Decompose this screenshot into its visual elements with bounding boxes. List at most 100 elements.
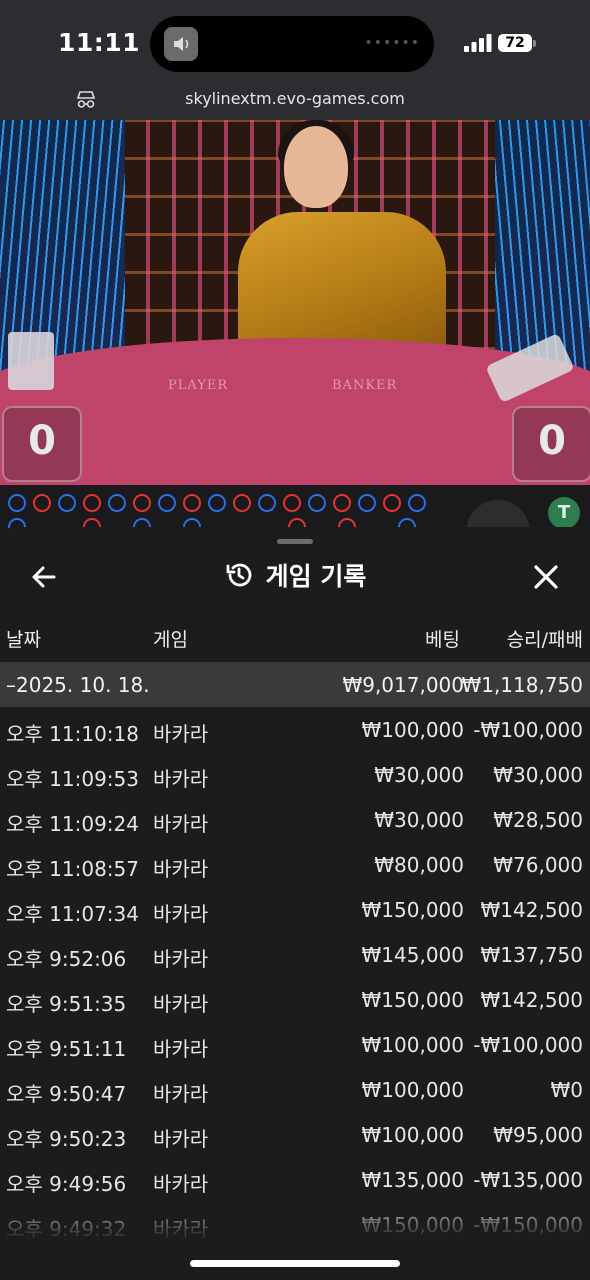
island-dots-icon: •••••• bbox=[364, 35, 420, 51]
row-win-loss: -₩100,000 bbox=[473, 1033, 583, 1057]
row-time: 오후 9:51:35 bbox=[6, 992, 127, 1016]
row-win-loss: -₩150,000 bbox=[473, 1213, 583, 1237]
row-bet: ₩80,000 bbox=[374, 853, 464, 877]
close-button[interactable] bbox=[530, 561, 562, 593]
player-score: 0 bbox=[28, 418, 56, 464]
live-dealer-video[interactable]: PLAYER BANKER 0 0 bbox=[0, 120, 590, 485]
summary-date: –2025. 10. 18. bbox=[6, 673, 150, 697]
panel-header: 게임 기록 bbox=[0, 557, 590, 594]
road-player-circle bbox=[8, 494, 26, 512]
row-bet: ₩100,000 bbox=[361, 1078, 464, 1102]
banker-score-card: 0 bbox=[512, 406, 590, 482]
table-row[interactable]: 오후 9:51:35 바카라 ₩150,000 ₩142,500 bbox=[0, 977, 590, 1022]
player-score-card: 0 bbox=[2, 406, 82, 482]
row-game: 바카라 bbox=[153, 1127, 209, 1151]
row-game: 바카라 bbox=[153, 902, 209, 926]
date-summary-row[interactable]: –2025. 10. 18. ₩9,017,000 ₩1,118,750 bbox=[0, 662, 590, 707]
battery-nub bbox=[533, 40, 536, 47]
column-header-date: 날짜 bbox=[6, 629, 41, 651]
url-text[interactable]: skylinextm.evo-games.com bbox=[0, 89, 590, 108]
table-row[interactable]: 오후 9:49:56 바카라 ₩135,000 -₩135,000 bbox=[0, 1157, 590, 1202]
row-win-loss: ₩137,750 bbox=[480, 943, 583, 967]
signal-icon bbox=[464, 34, 492, 52]
row-time: 오후 11:08:57 bbox=[6, 857, 139, 881]
row-time: 오후 9:50:23 bbox=[6, 1127, 127, 1151]
row-win-loss: ₩28,500 bbox=[493, 808, 583, 832]
row-game: 바카라 bbox=[153, 947, 209, 971]
row-bet: ₩100,000 bbox=[361, 1123, 464, 1147]
row-bet: ₩150,000 bbox=[361, 1213, 464, 1237]
table-row[interactable]: 오후 11:07:34 바카라 ₩150,000 ₩142,500 bbox=[0, 887, 590, 932]
row-time: 오후 11:09:53 bbox=[6, 767, 139, 791]
card-discard-tray bbox=[8, 332, 54, 390]
road-banker-circle bbox=[333, 494, 351, 512]
row-game: 바카라 bbox=[153, 722, 209, 746]
road-player-circle bbox=[358, 494, 376, 512]
column-header-win-loss: 승리/패배 bbox=[506, 629, 583, 651]
summary-bet-total: ₩9,017,000 bbox=[342, 673, 464, 697]
road-player-circle bbox=[408, 494, 426, 512]
row-win-loss: ₩142,500 bbox=[480, 898, 583, 922]
road-player-circle bbox=[308, 494, 326, 512]
row-time: 오후 11:10:18 bbox=[6, 722, 139, 746]
row-win-loss: ₩95,000 bbox=[493, 1123, 583, 1147]
row-time: 오후 9:51:11 bbox=[6, 1037, 127, 1061]
summary-win-loss-total: ₩1,118,750 bbox=[461, 673, 583, 697]
road-banker-circle bbox=[183, 494, 201, 512]
close-icon bbox=[534, 565, 558, 589]
road-banker-circle bbox=[283, 494, 301, 512]
row-bet: ₩100,000 bbox=[361, 1033, 464, 1057]
row-game: 바카라 bbox=[153, 1217, 209, 1241]
row-time: 오후 9:49:32 bbox=[6, 1217, 127, 1241]
column-header-bet: 베팅 bbox=[425, 629, 460, 651]
battery-icon: 72 bbox=[498, 34, 532, 52]
row-time: 오후 11:07:34 bbox=[6, 902, 139, 926]
table-row[interactable]: 오후 11:09:24 바카라 ₩30,000 ₩28,500 bbox=[0, 797, 590, 842]
tie-badge: T bbox=[548, 497, 580, 529]
row-win-loss: -₩135,000 bbox=[473, 1168, 583, 1192]
status-time: 11:11 bbox=[58, 28, 141, 57]
row-win-loss: ₩30,000 bbox=[493, 763, 583, 787]
status-bar: 11:11 •••••• 72 bbox=[0, 0, 590, 80]
dealer-head bbox=[284, 126, 348, 208]
row-bet: ₩100,000 bbox=[361, 718, 464, 742]
road-player-circle bbox=[208, 494, 226, 512]
row-game: 바카라 bbox=[153, 767, 209, 791]
sheet-grabber[interactable] bbox=[277, 539, 313, 544]
table-row[interactable]: 오후 9:50:23 바카라 ₩100,000 ₩95,000 bbox=[0, 1112, 590, 1157]
table-row[interactable]: 오후 11:09:53 바카라 ₩30,000 ₩30,000 bbox=[0, 752, 590, 797]
page-title: 게임 기록 bbox=[265, 562, 367, 591]
home-indicator[interactable] bbox=[190, 1260, 400, 1267]
road-banker-circle bbox=[83, 494, 101, 512]
table-row[interactable]: 오후 11:08:57 바카라 ₩80,000 ₩76,000 bbox=[0, 842, 590, 887]
column-header-game: 게임 bbox=[153, 629, 188, 651]
banker-table-label: BANKER bbox=[332, 378, 398, 393]
row-bet: ₩145,000 bbox=[361, 943, 464, 967]
row-time: 오후 9:49:56 bbox=[6, 1172, 127, 1196]
row-bet: ₩30,000 bbox=[374, 763, 464, 787]
row-bet: ₩30,000 bbox=[374, 808, 464, 832]
row-game: 바카라 bbox=[153, 992, 209, 1016]
player-table-label: PLAYER bbox=[168, 378, 229, 393]
road-player-circle bbox=[108, 494, 126, 512]
table-row[interactable]: 오후 9:50:47 바카라 ₩100,000 ₩0 bbox=[0, 1067, 590, 1112]
row-bet: ₩150,000 bbox=[361, 988, 464, 1012]
row-time: 오후 9:52:06 bbox=[6, 947, 127, 971]
table-row[interactable]: 오후 9:49:32 바카라 ₩150,000 -₩150,000 bbox=[0, 1202, 590, 1247]
road-circles bbox=[8, 494, 438, 536]
road-player-circle bbox=[258, 494, 276, 512]
road-player-circle bbox=[158, 494, 176, 512]
browser-url-bar[interactable]: skylinextm.evo-games.com bbox=[0, 80, 590, 120]
row-time: 오후 11:09:24 bbox=[6, 812, 139, 836]
history-icon bbox=[226, 563, 252, 587]
dynamic-island: •••••• bbox=[150, 16, 434, 72]
table-row[interactable]: 오후 9:51:11 바카라 ₩100,000 -₩100,000 bbox=[0, 1022, 590, 1067]
row-game: 바카라 bbox=[153, 1037, 209, 1061]
row-game: 바카라 bbox=[153, 1082, 209, 1106]
table-row[interactable]: 오후 9:52:06 바카라 ₩145,000 ₩137,750 bbox=[0, 932, 590, 977]
row-time: 오후 9:50:47 bbox=[6, 1082, 127, 1106]
row-win-loss: ₩0 bbox=[550, 1078, 584, 1102]
table-row[interactable]: 오후 11:10:18 바카라 ₩100,000 -₩100,000 bbox=[0, 707, 590, 752]
row-game: 바카라 bbox=[153, 1172, 209, 1196]
road-banker-circle bbox=[133, 494, 151, 512]
